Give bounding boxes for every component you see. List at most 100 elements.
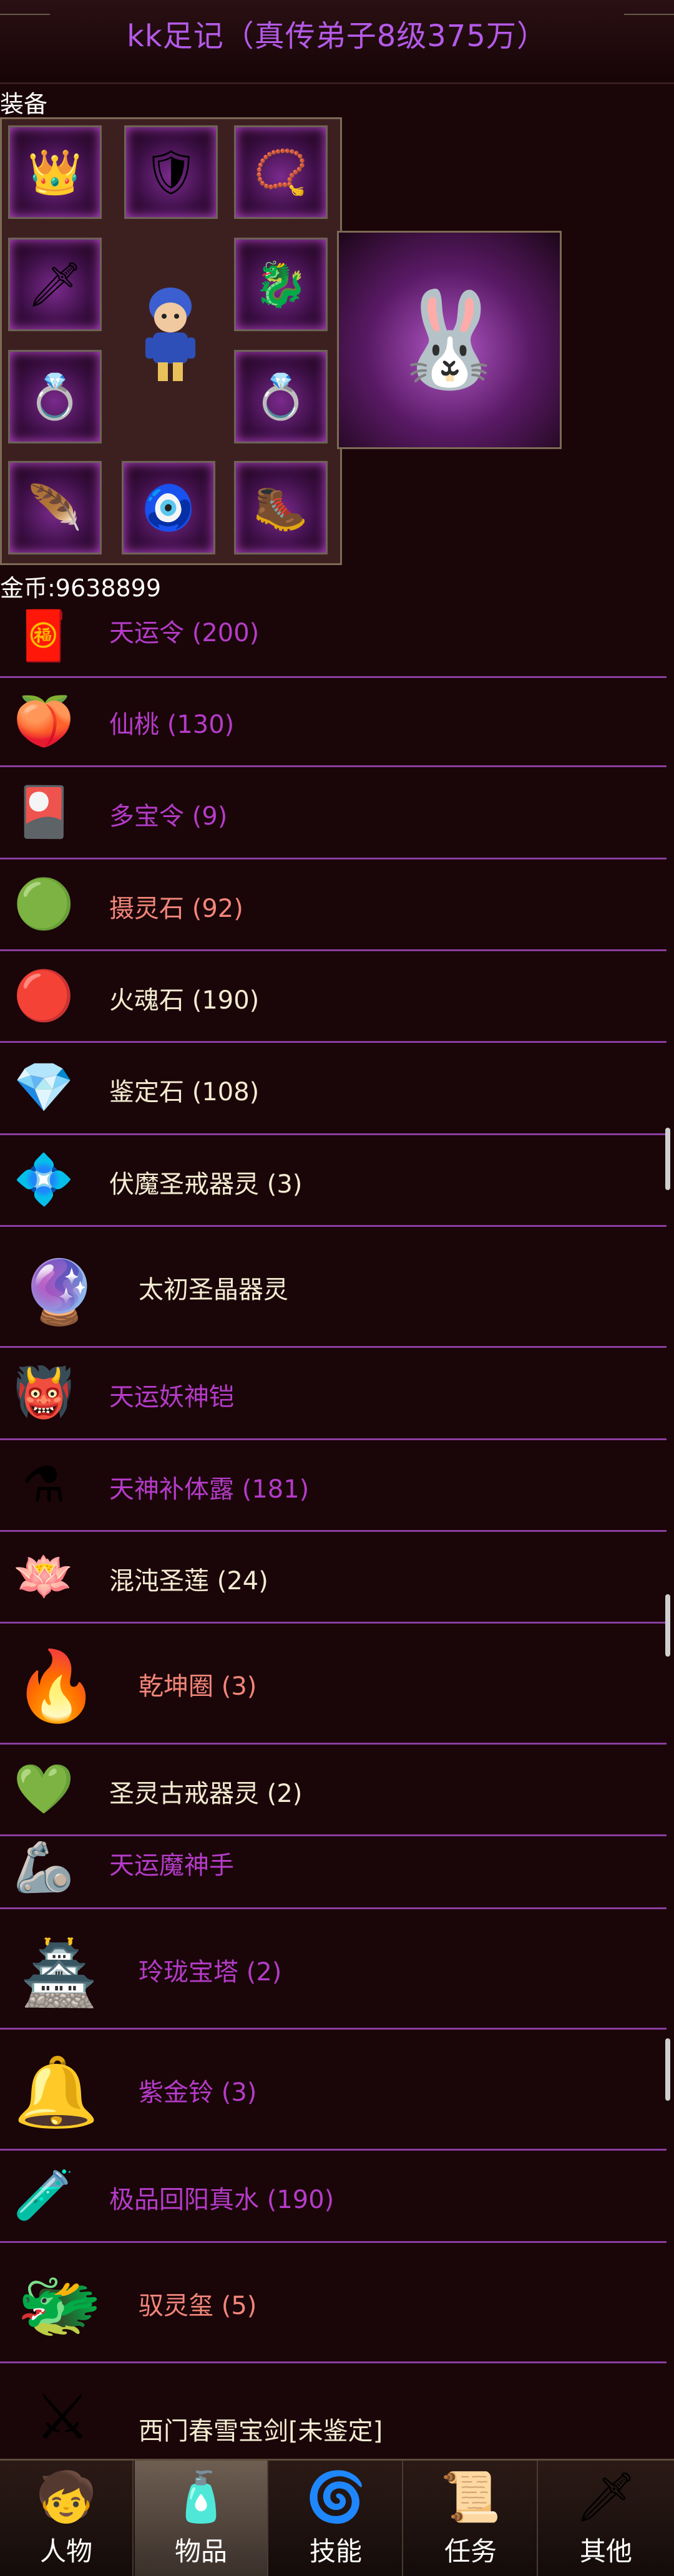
skill-orb-icon: 🌀 [305,2469,366,2525]
item-name: 火魂石 (190) [109,986,260,1015]
bracer-icon: 💍 [27,371,82,422]
list-item[interactable]: 🪷 混沌圣莲 (24) [0,1532,667,1624]
tab-label: 任务 [444,2536,497,2567]
equip-slot-necklace[interactable]: 📿 [234,125,328,219]
equip-slot-helmet[interactable]: 👑 [8,125,102,219]
armor-icon: 👹 [13,1364,74,1421]
ancient-ring-icon: 💚 [13,1761,74,1818]
item-name: 鉴定石 (108) [109,1078,260,1106]
list-item[interactable]: 💠 伏魔圣戒器灵 (3) [0,1135,667,1227]
ring-spirit-icon: 💠 [13,1151,74,1208]
equip-slot-boots[interactable]: 🥾 [234,461,328,554]
list-item[interactable]: 🦾 天运魔神手 [0,1836,667,1909]
list-item[interactable]: 💚 圣灵古戒器灵 (2) [0,1745,667,1836]
equip-slot-accessory[interactable]: 🐉 [234,238,328,331]
item-name: 太初圣晶器灵 [139,1276,288,1304]
tab-quests[interactable]: 📜 任务 [404,2461,538,2576]
item-name: 玲珑宝塔 (2) [139,1958,282,1987]
list-item[interactable]: 🧪 极品回阳真水 (190) [0,2151,667,2243]
armor-icon: 🛡 [143,147,199,198]
list-item[interactable]: ⚔ 西门春雪宝剑[未鉴定] [0,2363,667,2457]
rainbow-gem-icon: 💎 [13,1059,74,1116]
green-stone-icon: 🟢 [13,876,74,932]
scrollbar-thumb[interactable] [665,1594,670,1657]
list-item[interactable]: 🔔 紫金铃 (3) [0,2030,667,2151]
equip-slot-armor[interactable]: 🛡 [124,125,218,219]
fire-ring-icon: 🔥 [13,1645,99,1726]
potion-bag-icon: 🧴 [170,2469,232,2525]
scrollbar-thumb[interactable] [665,2038,670,2101]
equip-slot-bracer-right[interactable]: 💍 [234,350,328,443]
item-name: 混沌圣莲 (24) [109,1567,268,1595]
tab-label: 物品 [174,2536,227,2567]
bracer-icon: 💍 [253,371,308,422]
ring-icon: 🧿 [141,482,196,533]
potion-icon: ⚗ [22,1457,66,1513]
tab-items[interactable]: 🧴 物品 [135,2461,268,2576]
item-name: 多宝令 (9) [109,802,228,831]
boots-icon: 🥾 [253,482,308,533]
bell-icon: 🔔 [13,2051,99,2132]
character-avatar [145,288,195,381]
item-name: 乾坤圈 (3) [139,1672,257,1701]
item-name: 圣灵古戒器灵 (2) [109,1779,303,1808]
list-item[interactable]: 👹 天运妖神铠 [0,1348,667,1440]
pagoda-icon: 🏯 [20,1937,99,2010]
equip-slot-belt[interactable]: 🪶 [8,461,102,554]
item-name: 伏魔圣戒器灵 (3) [109,1170,303,1199]
tab-skills[interactable]: 🌀 技能 [270,2461,403,2576]
pet-icon: 🐰 [391,286,508,394]
list-item[interactable]: 🐲 驭灵玺 (5) [0,2243,667,2363]
list-item[interactable]: 🔴 火魂石 (190) [0,951,667,1043]
list-item[interactable]: 🧧 天运令 (200) [0,598,667,678]
gauntlet-icon: 🦾 [13,1839,74,1896]
helmet-icon: 👑 [27,147,82,198]
list-item[interactable]: ⚗ 天神补体露 (181) [0,1440,667,1532]
treasure-token-icon: 🎴 [13,783,74,840]
quest-icon: 📜 [440,2469,501,2525]
equip-slot-weapon[interactable]: 🗡 [8,238,102,331]
item-name: 西门春雪宝剑[未鉴定] [139,2417,383,2446]
list-item[interactable]: 🎴 多宝令 (9) [0,767,667,859]
list-item[interactable]: 🏯 玲珑宝塔 (2) [0,1909,667,2030]
equipment-panel: 👑 🛡 📿 🗡 🐉 💍 💍 🪶 🧿 🥾 [0,117,342,565]
list-item[interactable]: 🔮 太初圣晶器灵 [0,1227,667,1348]
equip-slot-bracer-left[interactable]: 💍 [8,350,102,443]
list-item[interactable]: 🟢 摄灵石 (92) [0,859,667,951]
character-icon: 🧒 [36,2469,97,2525]
lotus-icon: 🪷 [13,1548,74,1605]
item-name: 仙桃 (130) [109,710,235,739]
necklace-icon: 📿 [253,147,308,198]
item-name: 天运妖神铠 [109,1383,234,1411]
peach-icon: 🍑 [13,693,74,750]
tab-label: 技能 [309,2536,362,2567]
crystal-spirit-icon: 🔮 [20,1256,99,1329]
tab-label: 其他 [579,2536,632,2567]
tab-label: 人物 [39,2536,92,2567]
item-name: 摄灵石 (92) [109,894,243,923]
title-bar: kk足记（真传弟子8级375万） [0,0,674,84]
tab-other[interactable]: 🗡 其他 [539,2461,673,2576]
page-title: kk足记（真传弟子8级375万） [127,19,547,54]
weapon-icon: 🗡 [27,259,83,310]
pet-slot[interactable]: 🐰 [337,231,562,449]
elixir-icon: 🧪 [13,2167,74,2224]
dragon-seal-icon: 🐲 [16,2265,102,2345]
list-item[interactable]: 🍑 仙桃 (130) [0,678,667,767]
sword-icon: ⚔ [34,2380,90,2453]
belt-icon: 🪶 [27,482,82,533]
item-name: 天运魔神手 [109,1851,234,1880]
equipment-label: 装备 [0,90,48,118]
token-icon: 🧧 [13,608,74,664]
bottom-nav: 🧒 人物 🧴 物品 🌀 技能 📜 任务 🗡 其他 [0,2459,674,2576]
item-name: 极品回阳真水 (190) [109,2186,335,2214]
accessory-icon: 🐉 [253,259,308,310]
red-stone-icon: 🔴 [13,967,74,1024]
other-icon: 🗡 [575,2469,637,2525]
equip-slot-ring[interactable]: 🧿 [122,461,215,554]
list-item[interactable]: 💎 鉴定石 (108) [0,1043,667,1135]
scrollbar-thumb[interactable] [665,1128,670,1190]
list-item[interactable]: 🔥 乾坤圈 (3) [0,1624,667,1745]
item-name: 紫金铃 (3) [139,2078,257,2107]
tab-character[interactable]: 🧒 人物 [0,2461,134,2576]
